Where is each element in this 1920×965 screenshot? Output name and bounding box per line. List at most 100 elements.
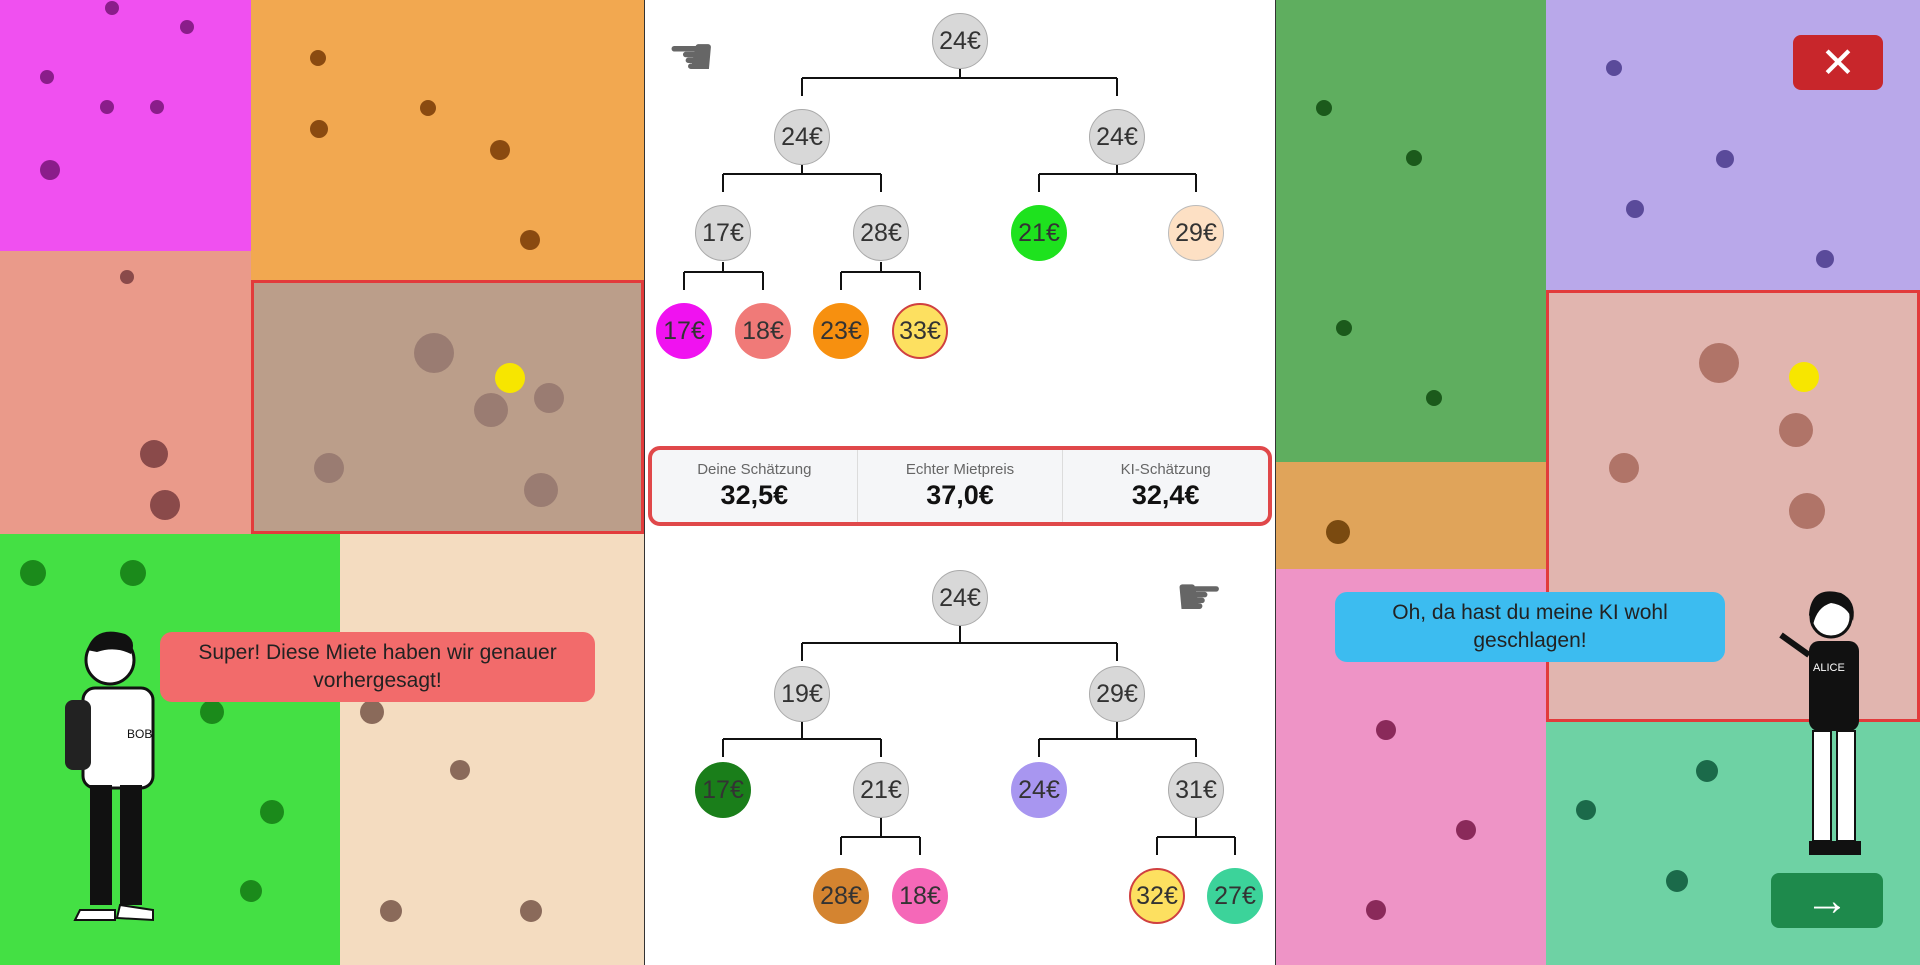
data-point — [310, 50, 326, 66]
tree-leaf: 21€ — [1011, 205, 1067, 261]
data-point — [490, 140, 510, 160]
data-point — [520, 900, 542, 922]
bob-character: BOB — [65, 631, 155, 922]
data-point — [474, 393, 508, 427]
region-orange — [1276, 462, 1546, 569]
score-panel: Deine Schätzung 32,5€ Echter Mietpreis 3… — [648, 446, 1272, 526]
your-estimate: Deine Schätzung 32,5€ — [652, 450, 858, 522]
close-button[interactable]: ✕ — [1793, 35, 1883, 90]
data-point — [100, 100, 114, 114]
tree-node-root: 24€ — [932, 570, 988, 626]
tree-node: 29€ — [1089, 666, 1145, 722]
data-point — [40, 70, 54, 84]
your-estimate-value: 32,5€ — [720, 480, 789, 510]
tree-node: 19€ — [774, 666, 830, 722]
data-point — [414, 333, 454, 373]
alice-character: ALICE — [1779, 591, 1861, 855]
data-point — [420, 100, 436, 116]
ai-estimate-value: 32,4€ — [1131, 480, 1200, 510]
data-point — [120, 270, 134, 284]
tree-node: 24€ — [1089, 109, 1145, 165]
data-point — [1716, 150, 1734, 168]
selected-region — [251, 280, 644, 534]
tree-leaf: 18€ — [892, 868, 948, 924]
data-point — [1316, 100, 1332, 116]
close-icon: ✕ — [1820, 38, 1856, 86]
pointing-hand-icon: ☚ — [667, 27, 716, 87]
tree-node: 24€ — [774, 109, 830, 165]
next-button[interactable]: → — [1771, 873, 1883, 928]
bob-speech-bubble: Super! Diese Miete haben wir genauer vor… — [160, 632, 595, 702]
data-point — [534, 383, 564, 413]
tree-node: 28€ — [853, 205, 909, 261]
data-point — [524, 473, 558, 507]
data-point — [1576, 800, 1596, 820]
data-point — [20, 560, 46, 586]
tree-leaf: 17€ — [695, 762, 751, 818]
query-point — [495, 363, 525, 393]
ai-estimate: KI-Schätzung 32,4€ — [1063, 450, 1268, 522]
data-point — [1376, 720, 1396, 740]
tree-leaf: 18€ — [735, 303, 791, 359]
panel-divider — [1275, 0, 1276, 965]
data-point — [260, 800, 284, 824]
ai-map-panel: Oh, da hast du meine KI wohl geschlagen!… — [1276, 0, 1920, 965]
tree-node: 17€ — [695, 205, 751, 261]
region-dkgreen — [1276, 0, 1546, 462]
data-point — [1456, 820, 1476, 840]
data-point — [150, 100, 164, 114]
data-point — [1699, 343, 1739, 383]
ai-tree: 24€ 19€ 29€ 17€ 21€ 24€ 31€ 28€ 18€ 32€ … — [645, 565, 1275, 965]
data-point — [105, 1, 119, 15]
pointing-hand-icon: ☛ — [1175, 567, 1224, 627]
data-point — [1696, 760, 1718, 782]
data-point — [1626, 200, 1644, 218]
real-rent-label: Echter Mietpreis — [905, 461, 1015, 478]
data-point — [120, 560, 146, 586]
tree-leaf: 24€ — [1011, 762, 1067, 818]
data-point — [1366, 900, 1386, 920]
data-point — [240, 880, 262, 902]
data-point — [40, 160, 60, 180]
data-point — [150, 490, 180, 520]
data-point — [380, 900, 402, 922]
bob-name-label: BOB — [127, 727, 152, 741]
ai-estimate-label: KI-Schätzung — [1120, 461, 1211, 478]
data-point — [180, 20, 194, 34]
data-point — [360, 700, 384, 724]
region-orange — [251, 0, 644, 280]
tree-leaf-selected: 33€ — [892, 303, 948, 359]
tree-node-root: 24€ — [932, 13, 988, 69]
data-point — [1406, 150, 1422, 166]
data-point — [314, 453, 344, 483]
data-point — [1779, 413, 1813, 447]
data-point — [1666, 870, 1688, 892]
query-point — [1789, 362, 1819, 392]
data-point — [1426, 390, 1442, 406]
data-point — [1609, 453, 1639, 483]
data-point — [450, 760, 470, 780]
data-point — [1336, 320, 1352, 336]
data-point — [200, 700, 224, 724]
real-rent-value: 37,0€ — [926, 480, 994, 510]
your-estimate-label: Deine Schätzung — [697, 461, 812, 478]
tree-leaf: 23€ — [813, 303, 869, 359]
tree-leaf: 28€ — [813, 868, 869, 924]
real-rent: Echter Mietpreis 37,0€ — [858, 450, 1064, 522]
alice-speech-bubble: Oh, da hast du meine KI wohl geschlagen! — [1335, 592, 1725, 662]
data-point — [310, 120, 328, 138]
arrow-right-icon: → — [1805, 875, 1849, 925]
data-point — [1606, 60, 1622, 76]
alice-name-label: ALICE — [1813, 662, 1845, 674]
user-map-panel: Super! Diese Miete haben wir genauer vor… — [0, 0, 644, 965]
tree-node: 21€ — [853, 762, 909, 818]
data-point — [520, 230, 540, 250]
tree-leaf: 29€ — [1168, 205, 1224, 261]
data-point — [140, 440, 168, 468]
tree-node: 31€ — [1168, 762, 1224, 818]
region-salmon — [0, 251, 251, 534]
user-tree: 24€ 24€ 24€ 17€ 28€ 21€ 29€ 17€ 18€ 23€ … — [645, 0, 1275, 445]
region-magenta — [0, 0, 251, 251]
data-point — [1789, 493, 1825, 529]
tree-leaf-selected: 32€ — [1129, 868, 1185, 924]
